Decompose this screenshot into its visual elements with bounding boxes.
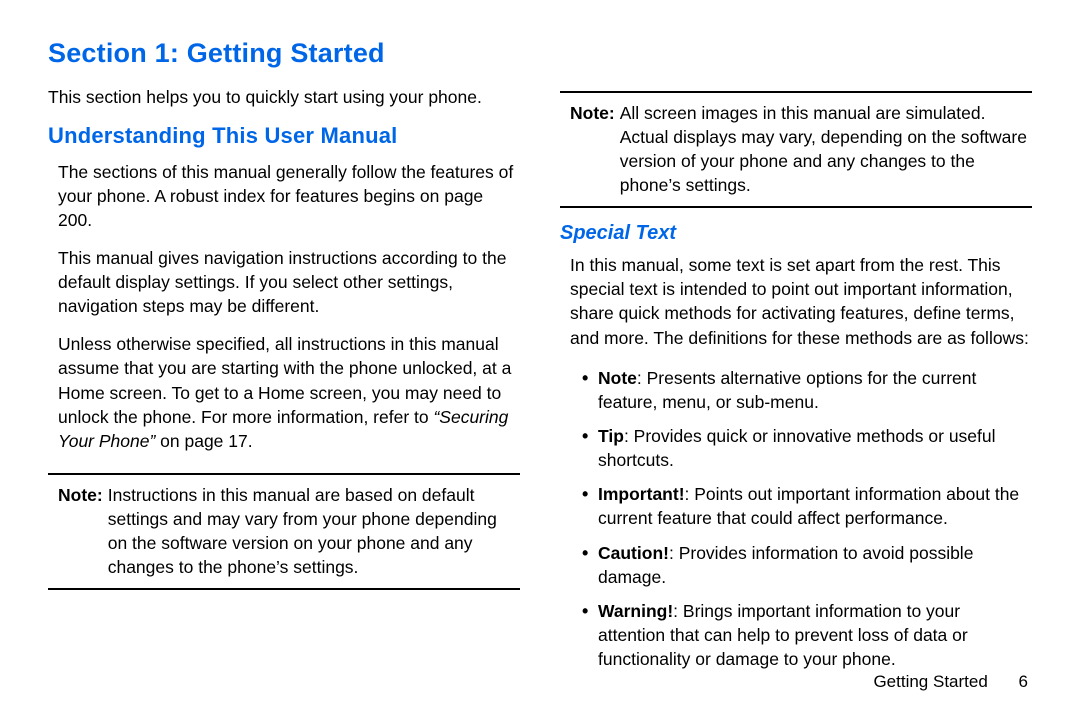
right-column: Note: All screen images in this manual a…: [560, 85, 1032, 681]
note-text: Instructions in this manual are based on…: [108, 483, 520, 580]
paragraph: In this manual, some text is set apart f…: [570, 253, 1032, 350]
note-text: All screen images in this manual are sim…: [620, 101, 1032, 198]
list-item: Note: Presents alternative options for t…: [582, 366, 1032, 414]
note-block: Note: All screen images in this manual a…: [570, 101, 1032, 198]
note-label: Note:: [58, 483, 103, 580]
left-column: This section helps you to quickly start …: [48, 85, 520, 681]
definition-text: : Provides quick or innovative methods o…: [598, 426, 996, 470]
intro-paragraph: This section helps you to quickly start …: [48, 85, 520, 109]
list-item: Caution!: Provides information to avoid …: [582, 541, 1032, 589]
divider: [48, 473, 520, 475]
subsection-heading-understanding: Understanding This User Manual: [48, 121, 520, 151]
definition-term: Caution!: [598, 543, 669, 563]
definition-term: Tip: [598, 426, 624, 446]
definition-text: : Presents alternative options for the c…: [598, 368, 976, 412]
note-block: Note: Instructions in this manual are ba…: [58, 483, 520, 580]
definition-term: Important!: [598, 484, 685, 504]
definition-term: Note: [598, 368, 637, 388]
note-label: Note:: [570, 101, 615, 198]
two-column-layout: This section helps you to quickly start …: [48, 85, 1032, 681]
manual-page: Section 1: Getting Started This section …: [0, 0, 1080, 720]
list-item: Tip: Provides quick or innovative method…: [582, 424, 1032, 472]
definition-list: Note: Presents alternative options for t…: [582, 366, 1032, 682]
subsection-heading-special-text: Special Text: [560, 220, 1032, 248]
list-item: Important!: Points out important informa…: [582, 482, 1032, 530]
divider: [560, 91, 1032, 93]
paragraph: This manual gives navigation instruction…: [58, 246, 520, 318]
paragraph: The sections of this manual generally fo…: [58, 160, 520, 232]
section-title: Section 1: Getting Started: [48, 38, 1032, 69]
paragraph-with-xref: Unless otherwise specified, all instruct…: [58, 332, 520, 453]
divider: [48, 588, 520, 590]
footer-chapter-label: Getting Started: [873, 672, 987, 691]
page-footer: Getting Started 6: [873, 672, 1028, 692]
definition-term: Warning!: [598, 601, 673, 621]
footer-page-number: 6: [1019, 672, 1028, 691]
list-item: Warning!: Brings important information t…: [582, 599, 1032, 671]
divider: [560, 206, 1032, 208]
paragraph-text: on page 17.: [155, 431, 252, 451]
